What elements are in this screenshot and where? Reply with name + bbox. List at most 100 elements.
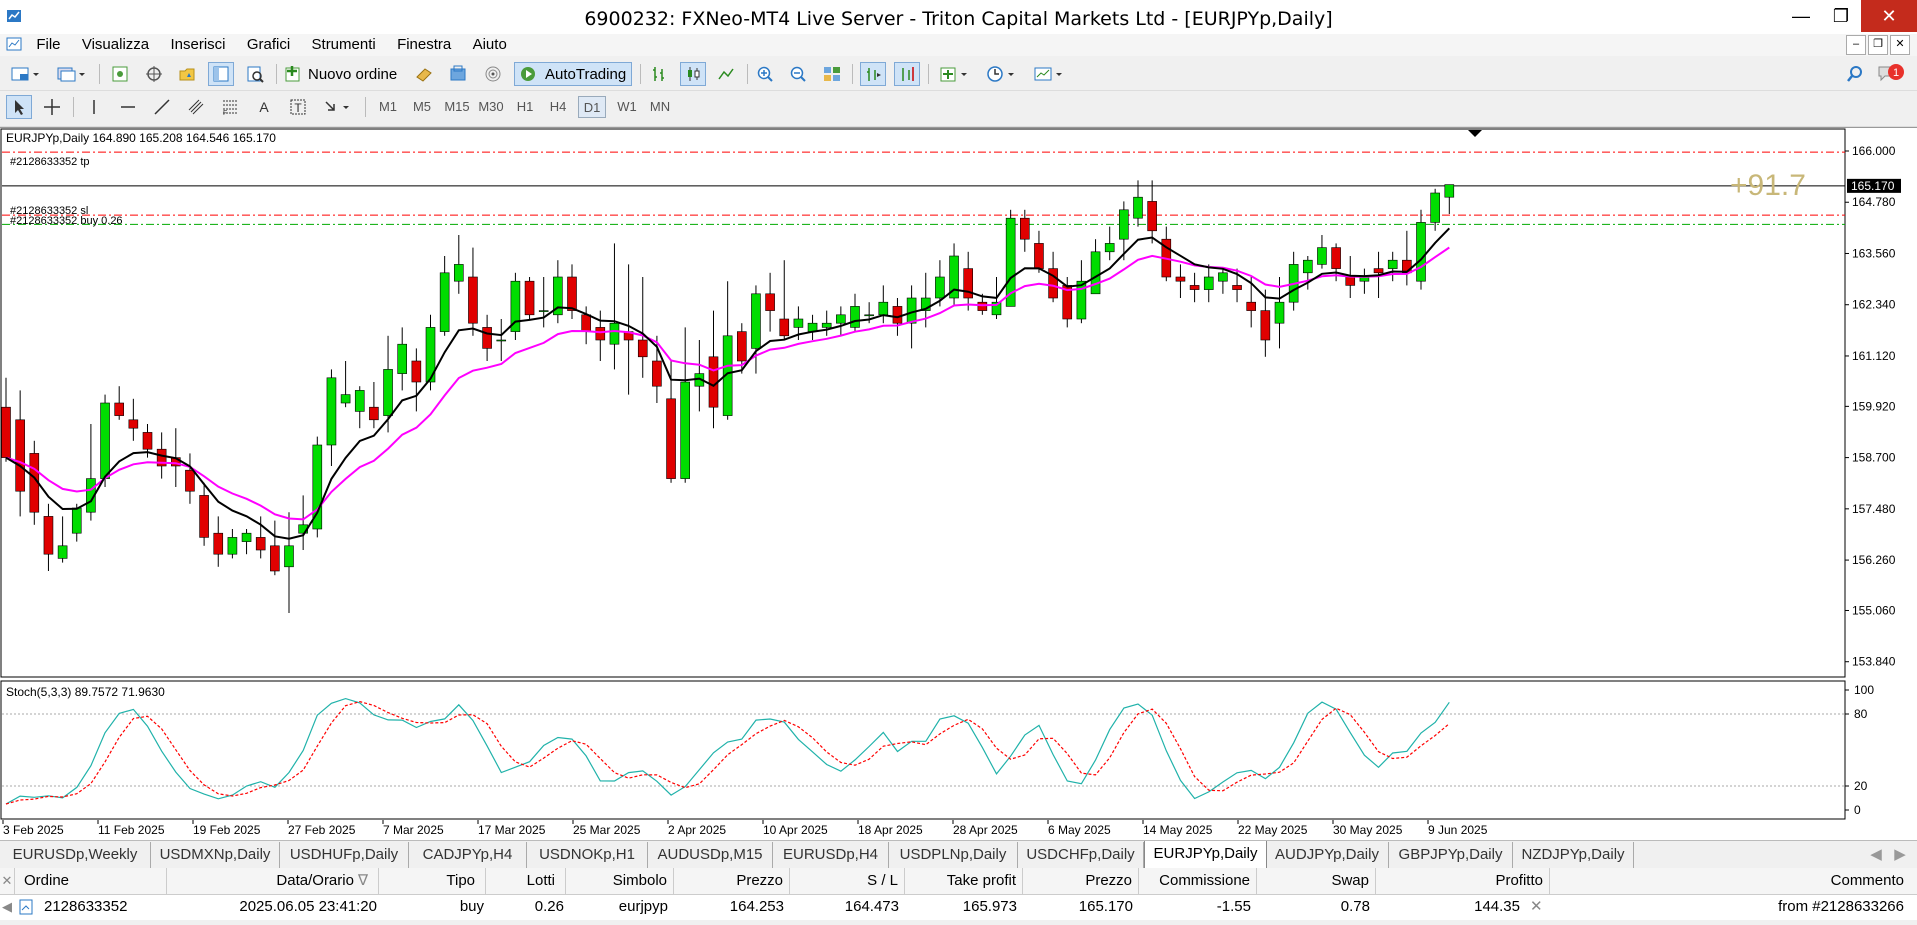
crosshair-icon[interactable]	[40, 95, 64, 119]
menu-help[interactable]: Aiuto	[464, 34, 516, 56]
terminal-close-icon[interactable]: ✕	[0, 868, 15, 894]
equidistant-channel-icon[interactable]	[184, 95, 208, 119]
tab-usdchfp-daily[interactable]: USDCHFp,Daily	[1018, 842, 1144, 868]
new-order-label: Nuovo ordine	[308, 65, 398, 83]
timeframe-m5[interactable]: M5	[408, 96, 436, 118]
tab-usdplnp-daily[interactable]: USDPLNp,Daily	[889, 842, 1018, 868]
col-type[interactable]: Tipo	[379, 868, 486, 894]
price-tick-label: 164.780	[1852, 195, 1896, 209]
search-icon[interactable]	[1843, 62, 1867, 86]
tab-usdmxnp-daily[interactable]: USDMXNp,Daily	[151, 842, 280, 868]
col-datetime[interactable]: Data/Orario ∇	[167, 868, 379, 894]
menu-file[interactable]: File	[27, 34, 69, 56]
notifications-icon[interactable]: 1	[1872, 62, 1908, 86]
metaeditor-icon[interactable]	[412, 62, 436, 86]
indicators-button[interactable]	[935, 62, 973, 86]
horizontal-line-icon[interactable]	[116, 95, 140, 119]
tab-usdhufp-daily[interactable]: USDHUFp,Daily	[280, 842, 409, 868]
arrows-button[interactable]	[320, 95, 356, 119]
tab-eurjpyp-daily[interactable]: EURJPYp,Daily	[1144, 841, 1267, 870]
col-swap[interactable]: Swap	[1257, 868, 1376, 894]
timeframe-h1[interactable]: H1	[511, 96, 539, 118]
market-watch-icon[interactable]	[108, 62, 132, 86]
tab-gbpjpyp-daily[interactable]: GBPJPYp,Daily	[1389, 842, 1513, 868]
text-label-icon[interactable]: T	[286, 95, 310, 119]
tab-cadjpyp-h4[interactable]: CADJPYp,H4	[409, 842, 527, 868]
timeframe-m15[interactable]: M15	[442, 96, 472, 118]
data-window-icon[interactable]	[142, 62, 166, 86]
candle-body	[1147, 201, 1157, 232]
candle	[284, 512, 294, 613]
mdi-restore-button[interactable]: ❐	[1868, 35, 1888, 55]
trendline-icon[interactable]	[150, 95, 174, 119]
tab-scroll-left-icon[interactable]: ◀	[1866, 842, 1886, 868]
timeframe-h4[interactable]: H4	[544, 96, 572, 118]
col-profit[interactable]: Profitto	[1376, 868, 1550, 894]
col-lots[interactable]: Lotti	[486, 868, 566, 894]
bar-chart-icon[interactable]	[647, 62, 671, 86]
periods-button[interactable]	[982, 62, 1020, 86]
col-current-price[interactable]: Prezzo	[1023, 868, 1139, 894]
timeframe-mn[interactable]: MN	[646, 96, 674, 118]
candlestick-chart-icon[interactable]	[680, 62, 706, 86]
chart-shift-icon[interactable]	[860, 62, 886, 86]
tab-audjpyp-daily[interactable]: AUDJPYp,Daily	[1266, 842, 1389, 868]
tile-windows-icon[interactable]	[820, 62, 844, 86]
market-icon[interactable]	[446, 62, 470, 86]
col-comment[interactable]: Commento	[1550, 868, 1910, 894]
templates-button[interactable]	[1030, 62, 1068, 86]
col-commission[interactable]: Commissione	[1139, 868, 1257, 894]
maximize-button[interactable]: ❐	[1821, 0, 1861, 32]
timeframe-m1[interactable]: M1	[374, 96, 402, 118]
timeframe-w1[interactable]: W1	[613, 96, 641, 118]
menu-charts[interactable]: Grafici	[238, 34, 299, 56]
autotrading-button[interactable]: AutoTrading	[514, 62, 632, 86]
menu-tools[interactable]: Strumenti	[303, 34, 385, 56]
tab-usdnokp-h1[interactable]: USDNOKp,H1	[527, 842, 648, 868]
navigator-icon[interactable]	[175, 62, 199, 86]
text-tool-icon[interactable]: A	[252, 95, 276, 119]
tab-eurusdp-weekly[interactable]: EURUSDp,Weekly	[0, 842, 151, 868]
timeframe-d1[interactable]: D1	[578, 96, 606, 118]
candle-body	[128, 419, 139, 429]
menu-window[interactable]: Finestra	[388, 34, 460, 56]
zoom-out-icon[interactable]	[786, 62, 810, 86]
new-order-button[interactable]: Nuovo ordine	[284, 62, 406, 86]
col-sl[interactable]: S / L	[790, 868, 905, 894]
mdi-minimize-button[interactable]: –	[1846, 35, 1866, 55]
vertical-line-icon[interactable]	[82, 95, 106, 119]
strategy-tester-icon[interactable]	[243, 62, 267, 86]
main-chart-border	[0, 128, 1846, 678]
col-order[interactable]: Ordine	[14, 868, 167, 894]
new-chart-button[interactable]	[6, 62, 44, 86]
close-order-icon[interactable]: ✕	[1530, 894, 1548, 920]
terminal-icon[interactable]	[208, 62, 234, 86]
close-button[interactable]: ✕	[1861, 0, 1917, 32]
table-row[interactable]: ◀ 2128633352 2025.06.05 23:41:20 buy 0.2…	[0, 894, 1917, 920]
tab-audusdp-m15[interactable]: AUDUSDp,M15	[648, 842, 773, 868]
tab-eurusdp-h4[interactable]: EURUSDp,H4	[773, 842, 889, 868]
menu-insert[interactable]: Inserisci	[161, 34, 234, 56]
cursor-icon[interactable]	[6, 95, 32, 119]
profiles-button[interactable]	[52, 62, 90, 86]
zoom-in-icon[interactable]	[753, 62, 777, 86]
fibonacci-icon[interactable]: F	[218, 95, 242, 119]
tab-nzdjpyp-daily[interactable]: NZDJPYp,Daily	[1513, 842, 1634, 868]
col-tp[interactable]: Take profit	[905, 868, 1023, 894]
price-chart[interactable]: 166.000 164.780 163.560 162.340 161.120 159.9…	[0, 128, 1917, 841]
candle-body	[1090, 251, 1101, 295]
menu-view[interactable]: Visualizza	[73, 34, 158, 56]
chart-window[interactable]: 166.000 164.780 163.560 162.340 161.120 159.9…	[0, 127, 1917, 841]
autoscroll-icon[interactable]	[894, 62, 920, 86]
line-chart-icon[interactable]	[714, 62, 738, 86]
tab-scroll-right-icon[interactable]: ▶	[1890, 842, 1910, 868]
candle	[1288, 251, 1299, 311]
signals-icon[interactable]	[481, 62, 505, 86]
mdi-close-button[interactable]: ✕	[1890, 35, 1910, 55]
timeframe-m30[interactable]: M30	[476, 96, 506, 118]
col-symbol[interactable]: Simbolo	[566, 868, 674, 894]
price-tick-label: 158.700	[1852, 451, 1896, 465]
child-window-icon[interactable]	[6, 37, 24, 54]
minimize-button[interactable]: —	[1781, 0, 1821, 32]
col-price[interactable]: Prezzo	[674, 868, 790, 894]
